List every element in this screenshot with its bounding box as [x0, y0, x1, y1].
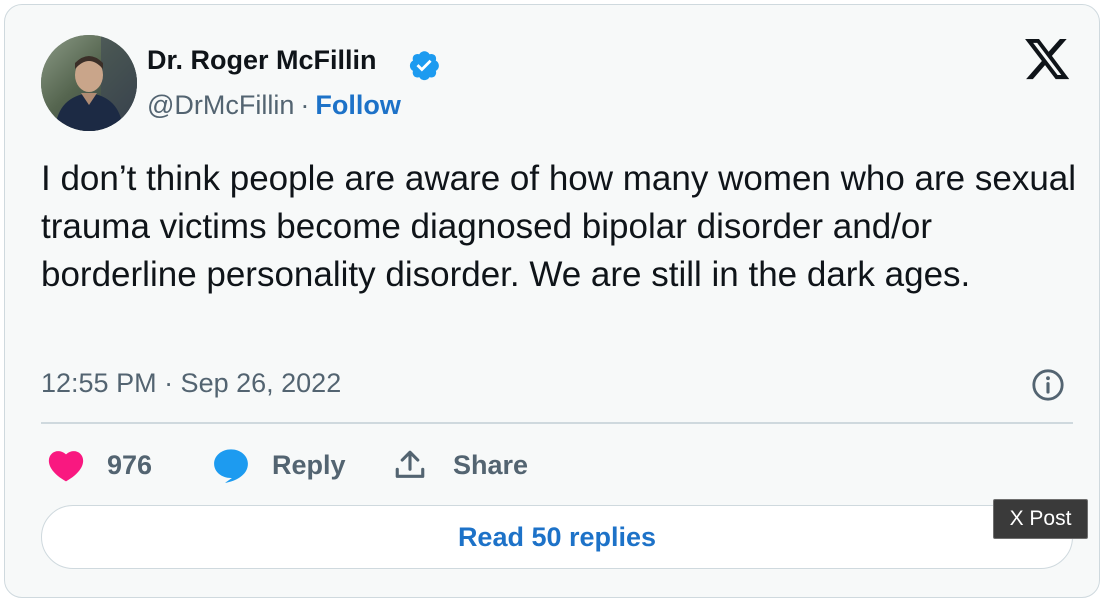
author-name[interactable]: Dr. Roger McFillin [147, 45, 377, 76]
share-upload-icon [395, 450, 425, 478]
reply-button[interactable]: Reply [212, 445, 346, 485]
like-button[interactable]: 976 [47, 445, 152, 485]
heart-icon [48, 451, 84, 482]
avatar[interactable] [41, 35, 137, 131]
handle-row: @DrMcFillin · Follow [147, 90, 401, 121]
read-replies-button[interactable]: Read 50 replies [41, 505, 1073, 569]
tweet-text: I don’t think people are aware of how ma… [41, 159, 1077, 294]
divider [41, 422, 1073, 424]
x-logo-icon[interactable] [1025, 39, 1071, 81]
x-post-badge: X Post [993, 499, 1088, 539]
author-handle[interactable]: @DrMcFillin [147, 90, 294, 120]
follow-link[interactable]: Follow [315, 90, 400, 120]
speech-bubble-icon [214, 449, 248, 483]
tweet-card: Dr. Roger McFillin @DrMcFillin · Follow I … [4, 4, 1100, 598]
like-count: 976 [107, 449, 153, 480]
verified-badge-icon [409, 51, 439, 81]
reply-label: Reply [272, 449, 346, 480]
info-icon[interactable] [1031, 368, 1065, 402]
separator-dot: · [300, 90, 310, 120]
tweet-timestamp[interactable]: 12:55 PM · Sep 26, 2022 [41, 368, 341, 399]
share-button[interactable]: Share [393, 445, 528, 485]
share-label: Share [453, 449, 529, 480]
avatar-image [41, 35, 137, 131]
